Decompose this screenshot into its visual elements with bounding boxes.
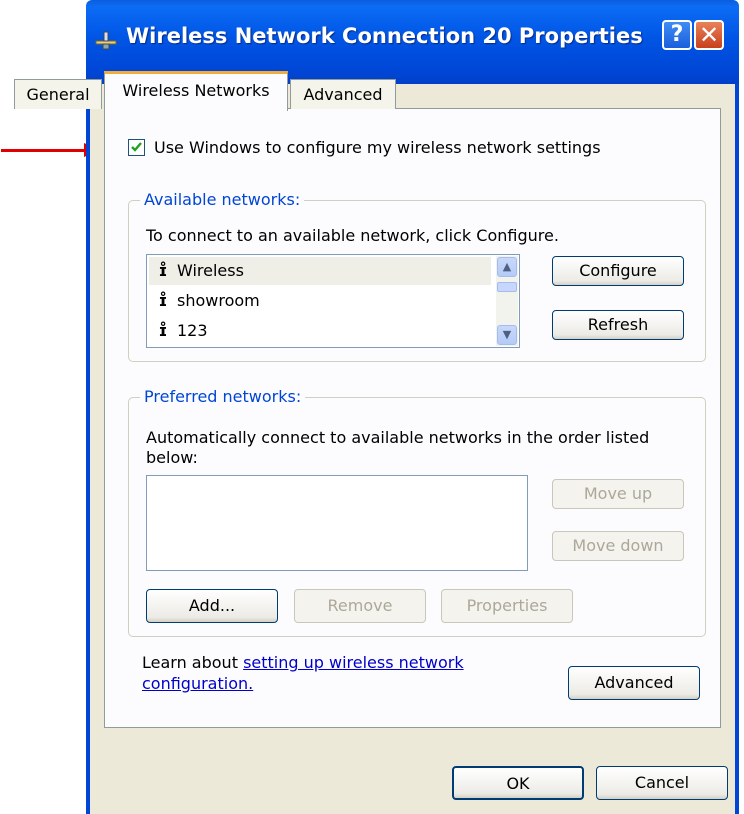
configure-button[interactable]: Configure — [552, 256, 684, 286]
move-down-button[interactable]: Move down — [552, 531, 684, 561]
antenna-icon: ɪ̊ — [158, 321, 168, 340]
learn-about-prefix: Learn about — [142, 653, 244, 672]
available-networks-title: Available networks: — [140, 190, 305, 209]
tab-general[interactable]: General — [14, 79, 102, 109]
add-button[interactable]: Add... — [146, 589, 278, 623]
network-name: showroom — [177, 291, 260, 310]
refresh-button[interactable]: Refresh — [552, 310, 684, 340]
tab-advanced[interactable]: Advanced — [290, 79, 396, 109]
properties-button[interactable]: Properties — [441, 589, 573, 623]
network-list-scrollbar[interactable]: ▲ ▼ — [496, 256, 518, 346]
use-windows-label: Use Windows to configure my wireless net… — [154, 138, 601, 157]
network-item-123[interactable]: ɪ̊ 123 — [149, 317, 208, 345]
available-networks-instruction: To connect to an available network, clic… — [146, 226, 559, 245]
close-button[interactable]: ✕ — [694, 20, 724, 50]
scroll-up-button[interactable]: ▲ — [497, 257, 517, 277]
help-button[interactable]: ? — [662, 20, 692, 50]
annotation-arrow-line — [1, 149, 85, 152]
checkmark-icon — [131, 142, 142, 152]
learn-about-link-line2[interactable]: configuration. — [142, 674, 253, 693]
network-name: Wireless — [177, 261, 244, 280]
remove-button[interactable]: Remove — [294, 589, 426, 623]
preferred-networks-title: Preferred networks: — [140, 387, 306, 406]
scroll-down-button[interactable]: ▼ — [497, 325, 517, 345]
window-title: Wireless Network Connection 20 Propertie… — [126, 24, 643, 48]
preferred-networks-instruction-line1: Automatically connect to available netwo… — [146, 428, 650, 447]
learn-about-line1: Learn about setting up wireless network — [142, 653, 464, 672]
network-connection-icon — [95, 31, 117, 50]
use-windows-checkbox[interactable] — [128, 139, 145, 156]
cancel-button[interactable]: Cancel — [596, 766, 728, 800]
antenna-icon: ɪ̊ — [158, 291, 168, 310]
tab-wireless-networks[interactable]: Wireless Networks — [104, 71, 288, 111]
network-item-showroom[interactable]: ɪ̊ showroom — [149, 287, 260, 315]
ok-button[interactable]: OK — [452, 766, 584, 800]
scroll-thumb[interactable] — [497, 282, 517, 292]
move-up-button[interactable]: Move up — [552, 479, 684, 509]
learn-about-link[interactable]: setting up wireless network — [243, 653, 464, 672]
preferred-networks-instruction-line2: below: — [146, 448, 198, 467]
available-networks-list[interactable]: ɪ̊ Wireless ɪ̊ showroom ɪ̊ 123 ▲ ▼ — [146, 254, 520, 348]
preferred-networks-list[interactable] — [146, 475, 528, 571]
use-windows-checkbox-row[interactable]: Use Windows to configure my wireless net… — [128, 138, 601, 157]
advanced-button[interactable]: Advanced — [568, 666, 700, 700]
antenna-icon: ɪ̊ — [158, 261, 168, 280]
network-name: 123 — [177, 321, 208, 340]
network-item-wireless[interactable]: ɪ̊ Wireless — [149, 257, 491, 285]
